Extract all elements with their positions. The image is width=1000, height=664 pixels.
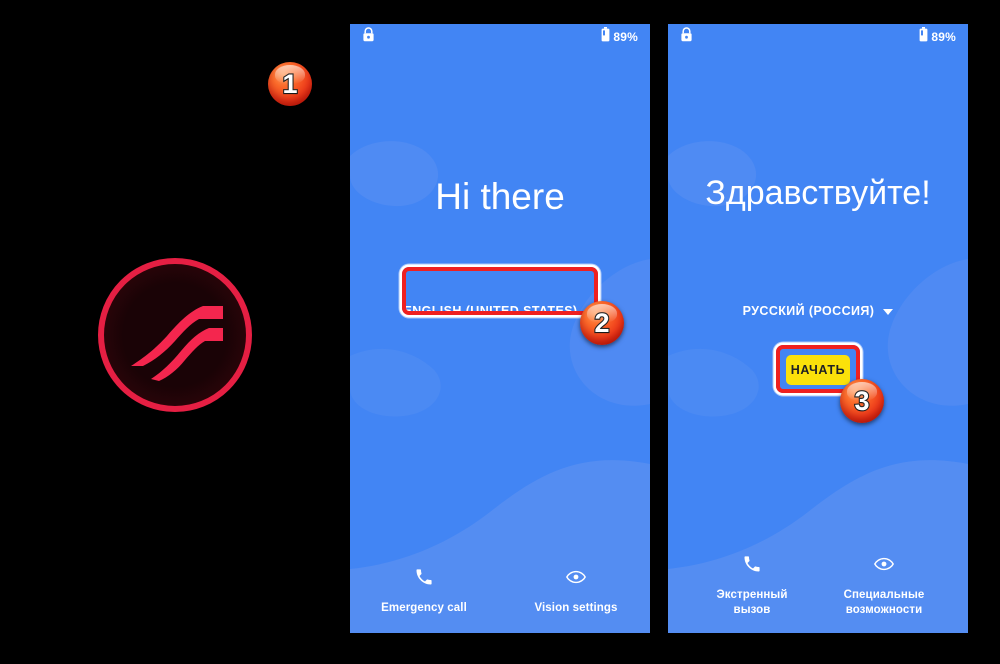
battery-percent-label: 89% — [931, 30, 956, 44]
phone-icon — [742, 554, 762, 579]
accessibility-settings-label: Специальные возможности — [843, 589, 925, 616]
background-wave-decoration — [668, 24, 968, 633]
language-selector[interactable]: РУССКИЙ (РОССИЯ) — [668, 304, 968, 318]
vision-settings-label: Vision settings — [534, 601, 618, 614]
step-badge-1-number: 1 — [281, 68, 298, 99]
battery-percent-label: 89% — [613, 30, 638, 44]
status-bar: 89% — [668, 24, 968, 50]
eye-icon — [873, 554, 895, 579]
status-bar: 89% — [350, 24, 650, 50]
android-setup-welcome-russian: 89% Здравствуйте! РУССКИЙ (РОССИЯ) Экстр… — [668, 24, 968, 633]
emergency-call-link[interactable]: Экстренный вызов — [700, 554, 804, 617]
step-badge-3: 3 — [840, 379, 884, 423]
bottom-links: Экстренный вызов Специальные возможности — [668, 554, 968, 617]
phone-icon — [414, 567, 434, 592]
step-badge-2: 2 — [580, 301, 624, 345]
status-bar-right: 89% — [601, 27, 638, 47]
start-button-russian[interactable]: НАЧАТЬ — [786, 355, 850, 385]
language-selector-label: РУССКИЙ (РОССИЯ) — [742, 304, 875, 318]
emergency-call-label: Emergency call — [381, 601, 467, 614]
step-badge-3-number: 3 — [853, 385, 870, 416]
lock-icon — [362, 27, 375, 47]
emergency-call-label: Экстренный вызов — [716, 589, 788, 616]
bottom-links: Emergency call Vision settings — [350, 567, 650, 615]
emergency-call-link[interactable]: Emergency call — [372, 567, 476, 615]
chevron-down-icon — [883, 309, 894, 315]
eye-icon — [565, 567, 587, 592]
status-bar-right: 89% — [919, 27, 956, 47]
screenshot-stage: 89% Hi there ENGLISH (UNITED STATES) STA… — [0, 0, 1000, 664]
accessibility-settings-link[interactable]: Специальные возможности — [832, 554, 936, 617]
battery-icon — [601, 27, 610, 47]
greeting-text: Здравствуйте! — [705, 174, 931, 212]
greeting-text: Hi there — [435, 176, 565, 217]
step-badge-2-number: 2 — [593, 307, 610, 338]
step-badge-1: 1 — [268, 62, 312, 106]
battery-icon — [919, 27, 928, 47]
language-selector-label: ENGLISH (UNITED STATES) — [403, 304, 578, 318]
vision-settings-link[interactable]: Vision settings — [524, 567, 628, 615]
lock-icon — [680, 27, 693, 47]
flyme-boot-logo — [95, 255, 255, 415]
